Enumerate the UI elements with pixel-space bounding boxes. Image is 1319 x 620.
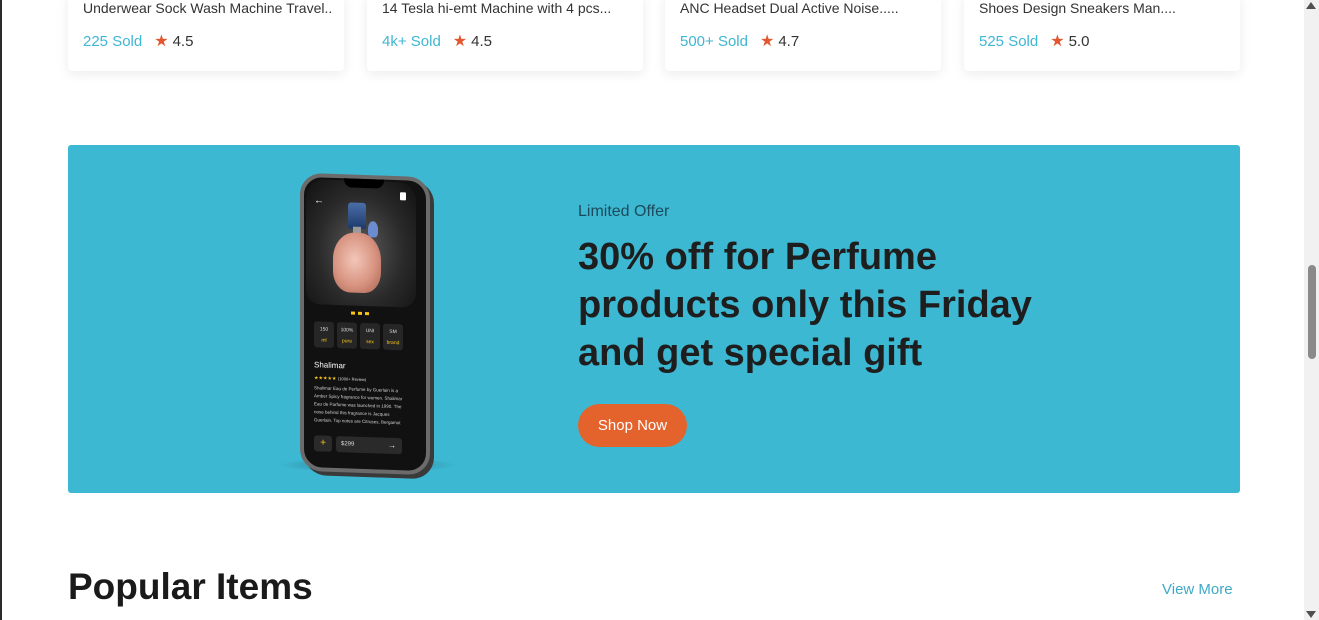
scrollbar-thumb[interactable]: [1308, 265, 1316, 359]
sold-count: 4k+ Sold: [382, 32, 441, 50]
star-icon: ★: [759, 33, 775, 50]
window-edge: [0, 0, 2, 620]
phone-product-name: Shalimar: [314, 360, 346, 371]
spec-chip: 100% pure: [337, 322, 357, 349]
plus-icon: +: [314, 435, 332, 452]
view-more-link[interactable]: View More: [1162, 581, 1233, 598]
product-card[interactable]: Shoes Design Sneakers Man.... 525 Sold ★…: [964, 0, 1240, 71]
phone-review-count: (1000+ Review): [338, 376, 367, 383]
rating-value: 4.7: [778, 32, 800, 50]
product-title[interactable]: ANC Headset Dual Active Noise.....: [680, 0, 930, 16]
product-card[interactable]: ANC Headset Dual Active Noise..... 500+ …: [665, 0, 941, 71]
product-meta: 4k+ Sold ★ 4.5: [382, 31, 492, 51]
phone-price: $299: [341, 441, 355, 448]
carousel-dots: [351, 311, 371, 316]
section-title: Popular Items: [68, 566, 313, 607]
product-title[interactable]: Shoes Design Sneakers Man....: [979, 0, 1229, 16]
star-icon: ★: [154, 33, 169, 50]
spec-value: 150: [319, 326, 329, 333]
product-meta: 225 Sold ★ 4.5: [83, 31, 193, 51]
rating-value: 5.0: [1068, 32, 1090, 50]
back-arrow-icon: ←: [314, 195, 324, 207]
spec-value: SM: [389, 328, 397, 336]
offer-headline: 30% off for Perfume products only this F…: [578, 236, 1032, 374]
sold-count: 500+ Sold: [680, 32, 748, 50]
phone-price-bar: $299 →: [336, 435, 402, 455]
spec-chip: SM brand: [383, 323, 403, 351]
bottle-tassel: [368, 221, 378, 238]
spec-value: 100%: [340, 327, 354, 334]
bottle-cap: [348, 202, 366, 230]
phone-mockup-image: ← 150 ml 100% pure UNI sex SM brand Shal…: [300, 172, 430, 476]
phone-rating-stars: ★★★★★: [314, 375, 337, 383]
product-card[interactable]: 14 Tesla hi-emt Machine with 4 pcs... 4k…: [367, 0, 643, 71]
product-meta: 525 Sold ★ 5.0: [979, 31, 1089, 51]
bag-icon: [400, 192, 406, 201]
spec-chip: 150 ml: [314, 321, 334, 348]
rating-value: 4.5: [172, 32, 194, 50]
spec-key: ml: [321, 337, 327, 344]
star-icon: ★: [452, 33, 468, 50]
spec-value: UNI: [365, 328, 375, 335]
perfume-bottle: [333, 231, 381, 294]
star-icon: ★: [1050, 33, 1065, 50]
shop-now-button[interactable]: Shop Now: [578, 404, 687, 447]
spec-key: sex: [366, 339, 374, 346]
rating-value: 4.5: [471, 32, 492, 50]
spec-key: pure: [341, 338, 352, 345]
sold-count: 525 Sold: [979, 32, 1039, 50]
product-title[interactable]: 14 Tesla hi-emt Machine with 4 pcs...: [382, 0, 632, 16]
scrollbar[interactable]: [1304, 0, 1319, 620]
product-meta: 500+ Sold ★ 4.7: [680, 31, 799, 51]
product-title[interactable]: Underwear Sock Wash Machine Travel....: [83, 0, 333, 16]
scroll-up-icon[interactable]: [1306, 2, 1316, 9]
phone-notch: [344, 178, 384, 189]
promo-banner: ← 150 ml 100% pure UNI sex SM brand Shal…: [68, 145, 1240, 493]
arrow-right-icon: →: [388, 440, 396, 451]
phone-description: Shalimar Eau de Perfume by Guerlain is a…: [314, 385, 403, 426]
offer-label: Limited Offer: [578, 203, 670, 220]
spec-chip: UNI sex: [360, 322, 380, 350]
sold-count: 225 Sold: [83, 32, 143, 50]
spec-key: brand: [386, 339, 400, 347]
perfume-image: ←: [306, 178, 416, 308]
product-card[interactable]: Underwear Sock Wash Machine Travel.... 2…: [68, 0, 344, 71]
scroll-down-icon[interactable]: [1306, 611, 1316, 618]
